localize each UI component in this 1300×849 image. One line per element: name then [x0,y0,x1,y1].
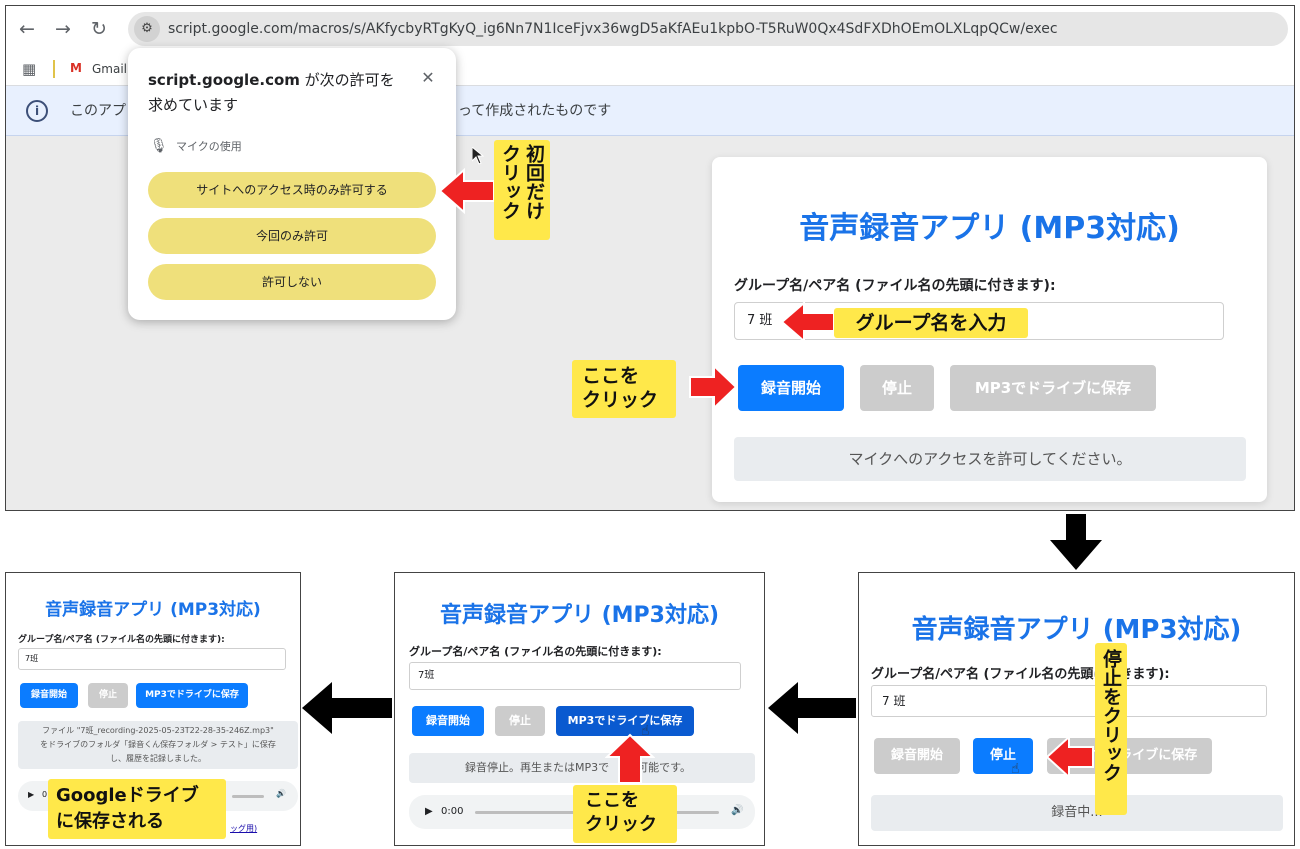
reload-icon[interactable]: ↻ [86,16,112,42]
url-text[interactable]: script.google.com/macros/s/AKfycbyRTgKyQ… [168,12,1058,46]
browser-toolbar: ← → ↻ ⚙ script.google.com/macros/s/AKfyc… [6,6,1294,52]
stop-button[interactable]: 停止 [88,683,128,708]
saved-message-line: し、履歴を記録しました。 [110,754,206,763]
record-start-button[interactable]: 録音開始 [874,738,960,774]
close-icon[interactable]: ✕ [418,68,438,88]
annotation-line: Googleドライブ [56,785,199,806]
annotation-enter-group: グループ名を入力 [834,308,1028,338]
site-settings-icon[interactable]: ⚙ [134,16,160,42]
record-start-button[interactable]: 録音開始 [412,706,484,736]
save-mp3-button[interactable]: MP3でドライブに保存 [136,683,248,708]
panel-stopped: 音声録音アプリ (MP3対応) グループ名/ペア名 (ファイル名の先頭に付きます… [394,572,765,846]
panel-saved: 音声録音アプリ (MP3対応) グループ名/ペア名 (ファイル名の先頭に付きます… [5,572,301,846]
audio-progress-bar[interactable] [232,795,264,798]
info-text-right: って作成されたものです [458,103,612,119]
annotation-line: クリック [582,389,659,411]
app-title: 音声録音アプリ (MP3対応) [45,600,261,620]
annotation-saved-to-drive: Googleドライブ に保存される [48,779,226,839]
flow-arrow-left-icon [768,682,856,734]
status-message: 録音中... [871,795,1283,831]
flow-arrow-left-icon [302,682,392,734]
annotation-line: に保存される [56,811,164,832]
back-arrow-icon[interactable]: ← [14,16,40,42]
red-arrow-left-icon [1045,735,1094,779]
info-icon: i [26,100,48,122]
app-title: 音声録音アプリ (MP3対応) [439,603,720,628]
status-message: 録音停止。再生またはMP3で 可能です。 [409,753,755,783]
red-arrow-right-icon [689,364,738,410]
permission-title: script.google.com が次の許可を 求めています [148,71,395,114]
stop-button[interactable]: 停止 [495,706,545,736]
annotation-line: ここを [582,365,640,387]
annotation-line: クリック [585,814,657,835]
panel-recording: 音声録音アプリ (MP3対応) グループ名/ペア名 (ファイル名の先頭に付きます… [858,572,1295,846]
mouse-cursor-icon [472,147,484,165]
group-name-input[interactable]: 7班 [18,648,286,670]
audio-time: 0 [42,790,48,799]
status-text: 録音停止。再生またはMP3で [465,761,610,774]
volume-icon[interactable]: 🔊 [731,805,743,816]
allow-on-visit-button[interactable]: サイトへのアクセス時のみ許可する [148,172,436,208]
permission-mic-label: マイクの使用 [176,140,242,153]
history-link[interactable]: ッグ用) [230,823,257,834]
deny-button[interactable]: 許可しない [148,264,436,300]
browser-window: ← → ↻ ⚙ script.google.com/macros/s/AKfyc… [5,5,1295,511]
volume-icon[interactable]: 🔊 [276,789,286,798]
record-start-button[interactable]: 録音開始 [738,365,844,411]
red-arrow-up-icon [605,733,655,784]
annotation-line: ここを [585,790,639,811]
stop-button[interactable]: 停止 [860,365,934,411]
app-title: 音声録音アプリ (MP3対応) [911,615,1242,645]
status-message: ファイル "7班_recording-2025-05-23T22-28-35-2… [18,721,298,769]
save-mp3-button[interactable]: MP3でドライブに保存 [556,706,694,736]
group-name-label: グループ名/ペア名 (ファイル名の先頭に付きます): [734,278,1056,294]
flow-arrow-down-icon [1050,514,1102,570]
save-mp3-button[interactable]: MP3でドライブに保存 [950,365,1156,411]
saved-message-line: をドライブのフォルダ「録音くん保存フォルダ > テスト」に保存 [40,740,276,749]
stop-button[interactable]: 停止 [973,738,1033,774]
record-start-button[interactable]: 録音開始 [20,683,78,708]
annotation-click-here: ここを クリック [572,360,676,418]
saved-message-line: ファイル "7班_recording-2025-05-23T22-28-35-2… [42,726,274,735]
annotation-first-click: 初回だけクリック [494,140,550,240]
bookmark-gmail[interactable]: Gmail [92,52,127,86]
audio-time: 0:00 [441,806,464,817]
play-icon[interactable]: ▶ [425,806,433,817]
red-arrow-left-icon [438,168,495,214]
hand-cursor-icon: ☝ [1011,761,1020,777]
microphone-icon: 🎙 [150,138,168,154]
play-icon[interactable]: ▶ [28,790,34,799]
permission-popup: script.google.com が次の許可を 求めています ✕ 🎙 マイクの使… [128,48,456,320]
group-name-input[interactable]: 7班 [409,662,741,690]
red-arrow-left-icon [780,301,835,343]
annotation-stop-click: 停止をクリック [1095,643,1127,815]
apps-grid-icon[interactable]: ▦ [22,60,40,78]
status-message: マイクへのアクセスを許可してください。 [734,437,1246,481]
group-name-label: グループ名/ペア名 (ファイル名の先頭に付きます): [409,645,662,658]
gmail-icon[interactable]: M [70,61,86,75]
annotation-click-here: ここを クリック [573,785,677,843]
address-bar[interactable]: ⚙ script.google.com/macros/s/AKfycbyRTgK… [128,12,1288,46]
bookmark-divider [53,60,55,78]
app-title: 音声録音アプリ (MP3対応) [799,211,1180,246]
group-name-input[interactable]: 7 班 [871,685,1267,717]
group-name-label: グループ名/ペア名 (ファイル名の先頭に付きます): [18,635,225,645]
forward-arrow-icon[interactable]: → [50,16,76,42]
allow-once-button[interactable]: 今回のみ許可 [148,218,436,254]
info-text-left: このアプ [70,103,126,119]
